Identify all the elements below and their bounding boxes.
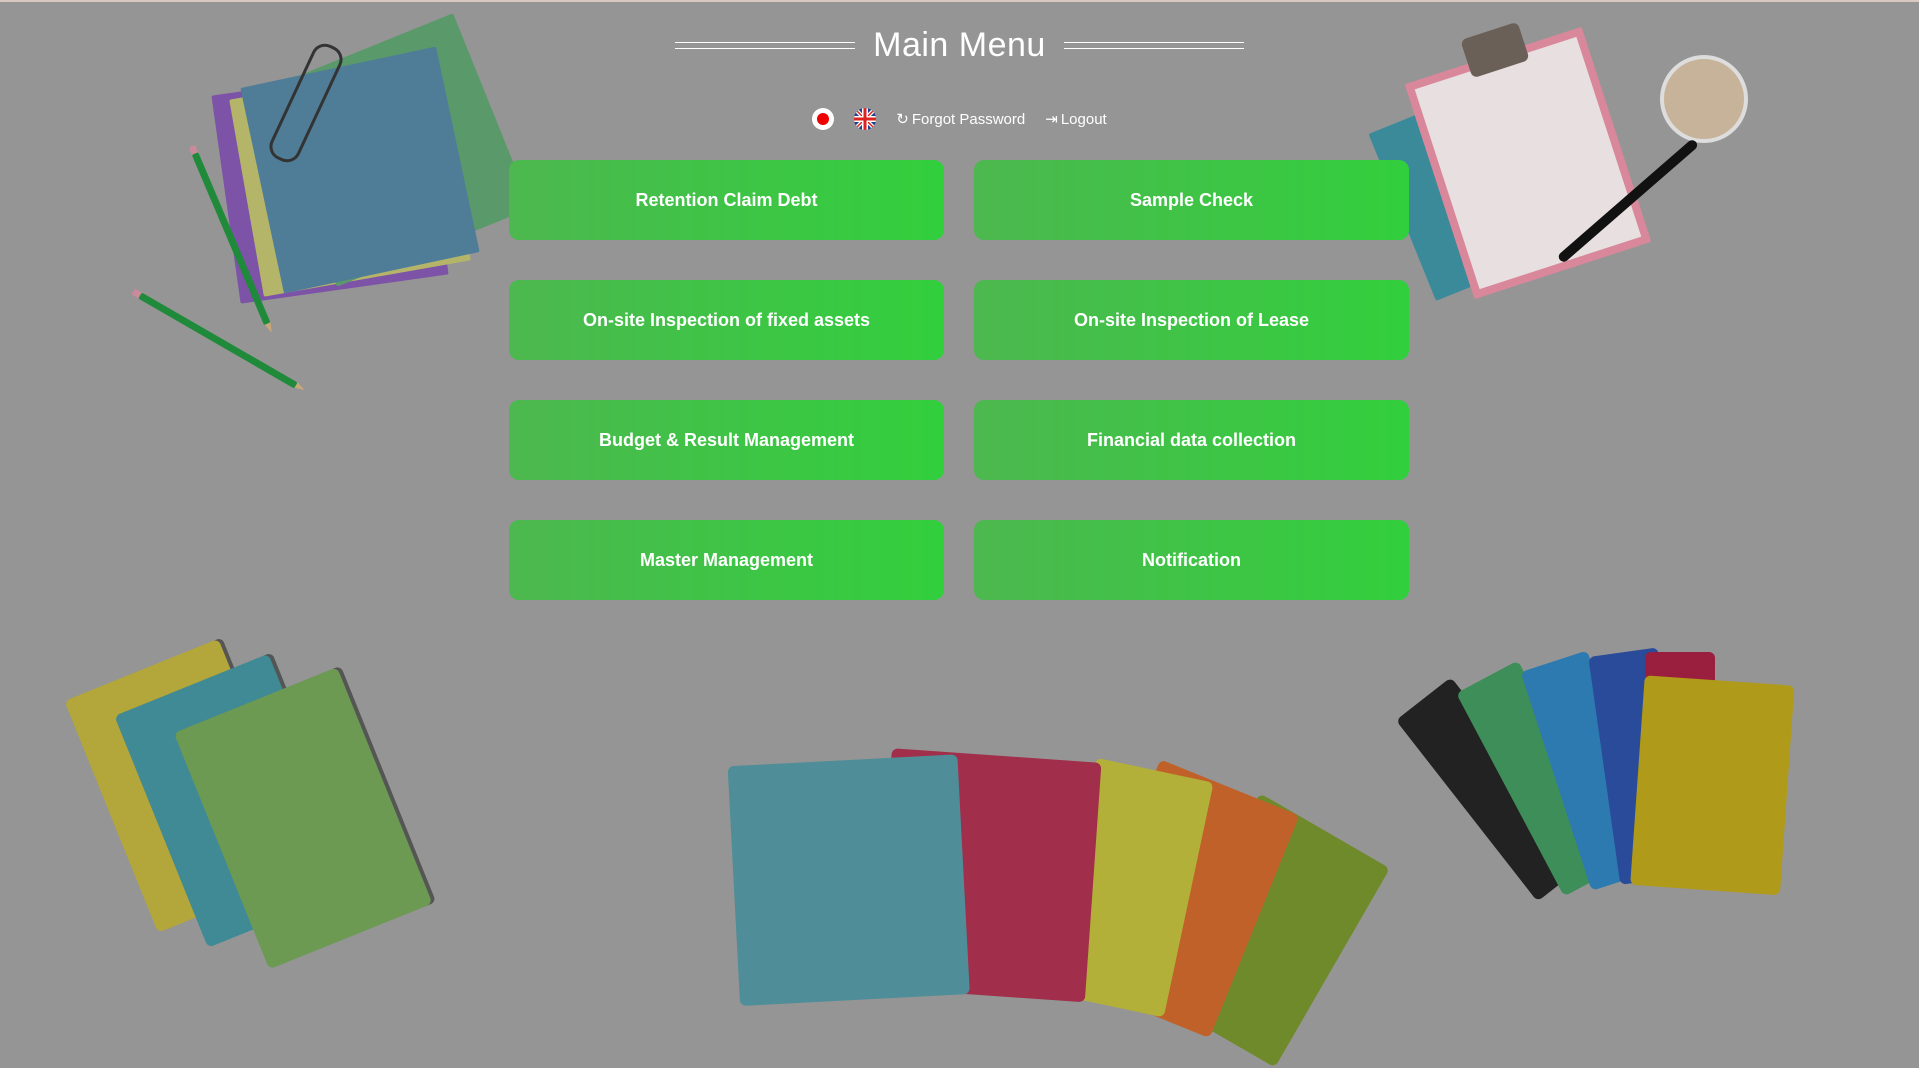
forgot-password-link[interactable]: ↻ Forgot Password [896,110,1026,129]
title-row: Main Menu [0,20,1919,70]
toolbar: ↻ Forgot Password ⇥ Logout [0,108,1919,130]
retention-claim-debt-button[interactable]: Retention Claim Debt [509,160,944,240]
main-menu-grid: Retention Claim Debt Sample Check On-sit… [509,160,1409,600]
sign-in-icon: ⇥ [1045,111,1058,128]
logout-link[interactable]: ⇥ Logout [1045,110,1107,129]
budget-result-management-button[interactable]: Budget & Result Management [509,400,944,480]
title-divider-right [1063,41,1244,49]
folders-decoration [727,740,1390,1068]
uk-flag-icon[interactable] [854,108,877,130]
notebooks-decoration [64,630,465,970]
refresh-icon: ↻ [896,111,909,128]
sample-check-button[interactable]: Sample Check [974,160,1409,240]
pencil-decoration [138,292,298,389]
notification-button[interactable]: Notification [974,520,1409,600]
top-border [0,0,1919,2]
file-folders-decoration [1395,640,1800,902]
forgot-password-label: Forgot Password [911,110,1026,128]
master-management-button[interactable]: Master Management [509,520,944,600]
title-divider-left [675,41,856,49]
fixed-assets-inspection-button[interactable]: On-site Inspection of fixed assets [509,280,944,360]
japanese-flag-icon[interactable] [812,108,835,130]
lease-inspection-button[interactable]: On-site Inspection of Lease [974,280,1409,360]
financial-data-collection-button[interactable]: Financial data collection [974,400,1409,480]
logout-label: Logout [1060,110,1107,128]
page-title: Main Menu [873,25,1046,64]
